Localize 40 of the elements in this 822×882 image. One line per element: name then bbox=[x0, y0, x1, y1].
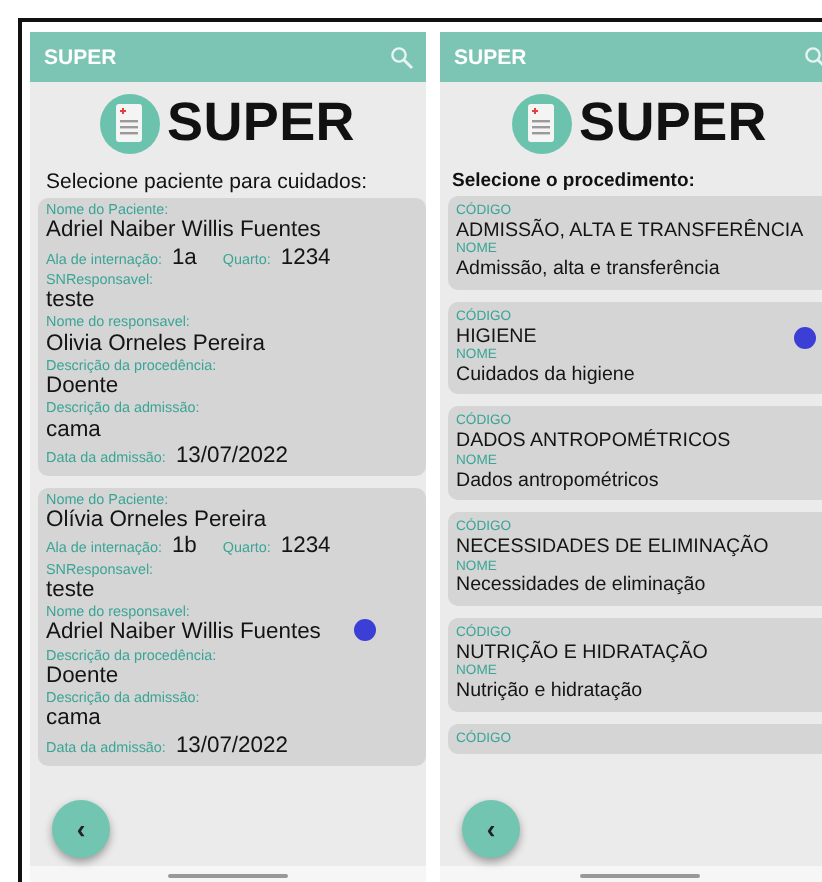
subtitle: Selecione paciente para cuidados: bbox=[44, 168, 370, 198]
back-button[interactable]: ‹ bbox=[462, 800, 520, 858]
field-value: Adriel Naiber Willis Fuentes bbox=[46, 620, 323, 648]
field-value: 1a bbox=[171, 245, 197, 272]
field-value: Necessidades de eliminação bbox=[456, 574, 708, 598]
field-value: Cuidados da higiene bbox=[456, 363, 637, 387]
field-value: Doente bbox=[46, 374, 121, 401]
logo-text: SUPER bbox=[578, 92, 768, 154]
patient-card[interactable] bbox=[38, 198, 426, 476]
field-value: 1b bbox=[171, 534, 197, 562]
field-value: ADMISSÃO, ALTA E TRANSFERÊNCIA bbox=[456, 219, 806, 242]
home-indicator bbox=[580, 874, 700, 878]
field-value: NECESSIDADES DE ELIMINAÇÃO bbox=[456, 535, 771, 560]
field-value: NUTRIÇÃO E HIDRATAÇÃO bbox=[456, 641, 710, 664]
back-button[interactable]: ‹ bbox=[52, 800, 110, 858]
logo-text: SUPER bbox=[166, 92, 356, 154]
app-title: SUPER bbox=[44, 45, 117, 69]
field-value: 1234 bbox=[280, 245, 331, 272]
field-value: DADOS ANTROPOMÉTRICOS bbox=[456, 430, 733, 454]
field-value: 1234 bbox=[280, 534, 331, 562]
field-value: Adriel Naiber Willis Fuentes bbox=[46, 218, 323, 245]
patient-card[interactable] bbox=[38, 487, 426, 766]
field-value: Admissão, alta e transferência bbox=[456, 258, 722, 282]
subtitle: Selecione o procedimento: bbox=[450, 168, 697, 196]
field-value: cama bbox=[46, 706, 103, 734]
field-value: 13/07/2022 bbox=[175, 443, 288, 470]
field-value: Doente bbox=[46, 663, 121, 691]
field-value: teste bbox=[46, 288, 97, 315]
field-value: 13/07/2022 bbox=[175, 733, 288, 760]
field-value: HIGIENE bbox=[456, 325, 539, 348]
field-value: Olívia Orneles Pereira bbox=[46, 508, 269, 535]
document-icon bbox=[512, 93, 573, 153]
app-title: SUPER bbox=[454, 45, 527, 69]
field-value: Dados antropométricos bbox=[456, 469, 661, 493]
field-value: Nutrição e hidratação bbox=[456, 680, 645, 704]
field-value: Olivia Orneles Pereira bbox=[46, 331, 267, 358]
field-value: cama bbox=[46, 417, 103, 444]
document-icon bbox=[100, 93, 161, 153]
home-indicator bbox=[168, 874, 288, 878]
field-value: teste bbox=[46, 577, 97, 605]
